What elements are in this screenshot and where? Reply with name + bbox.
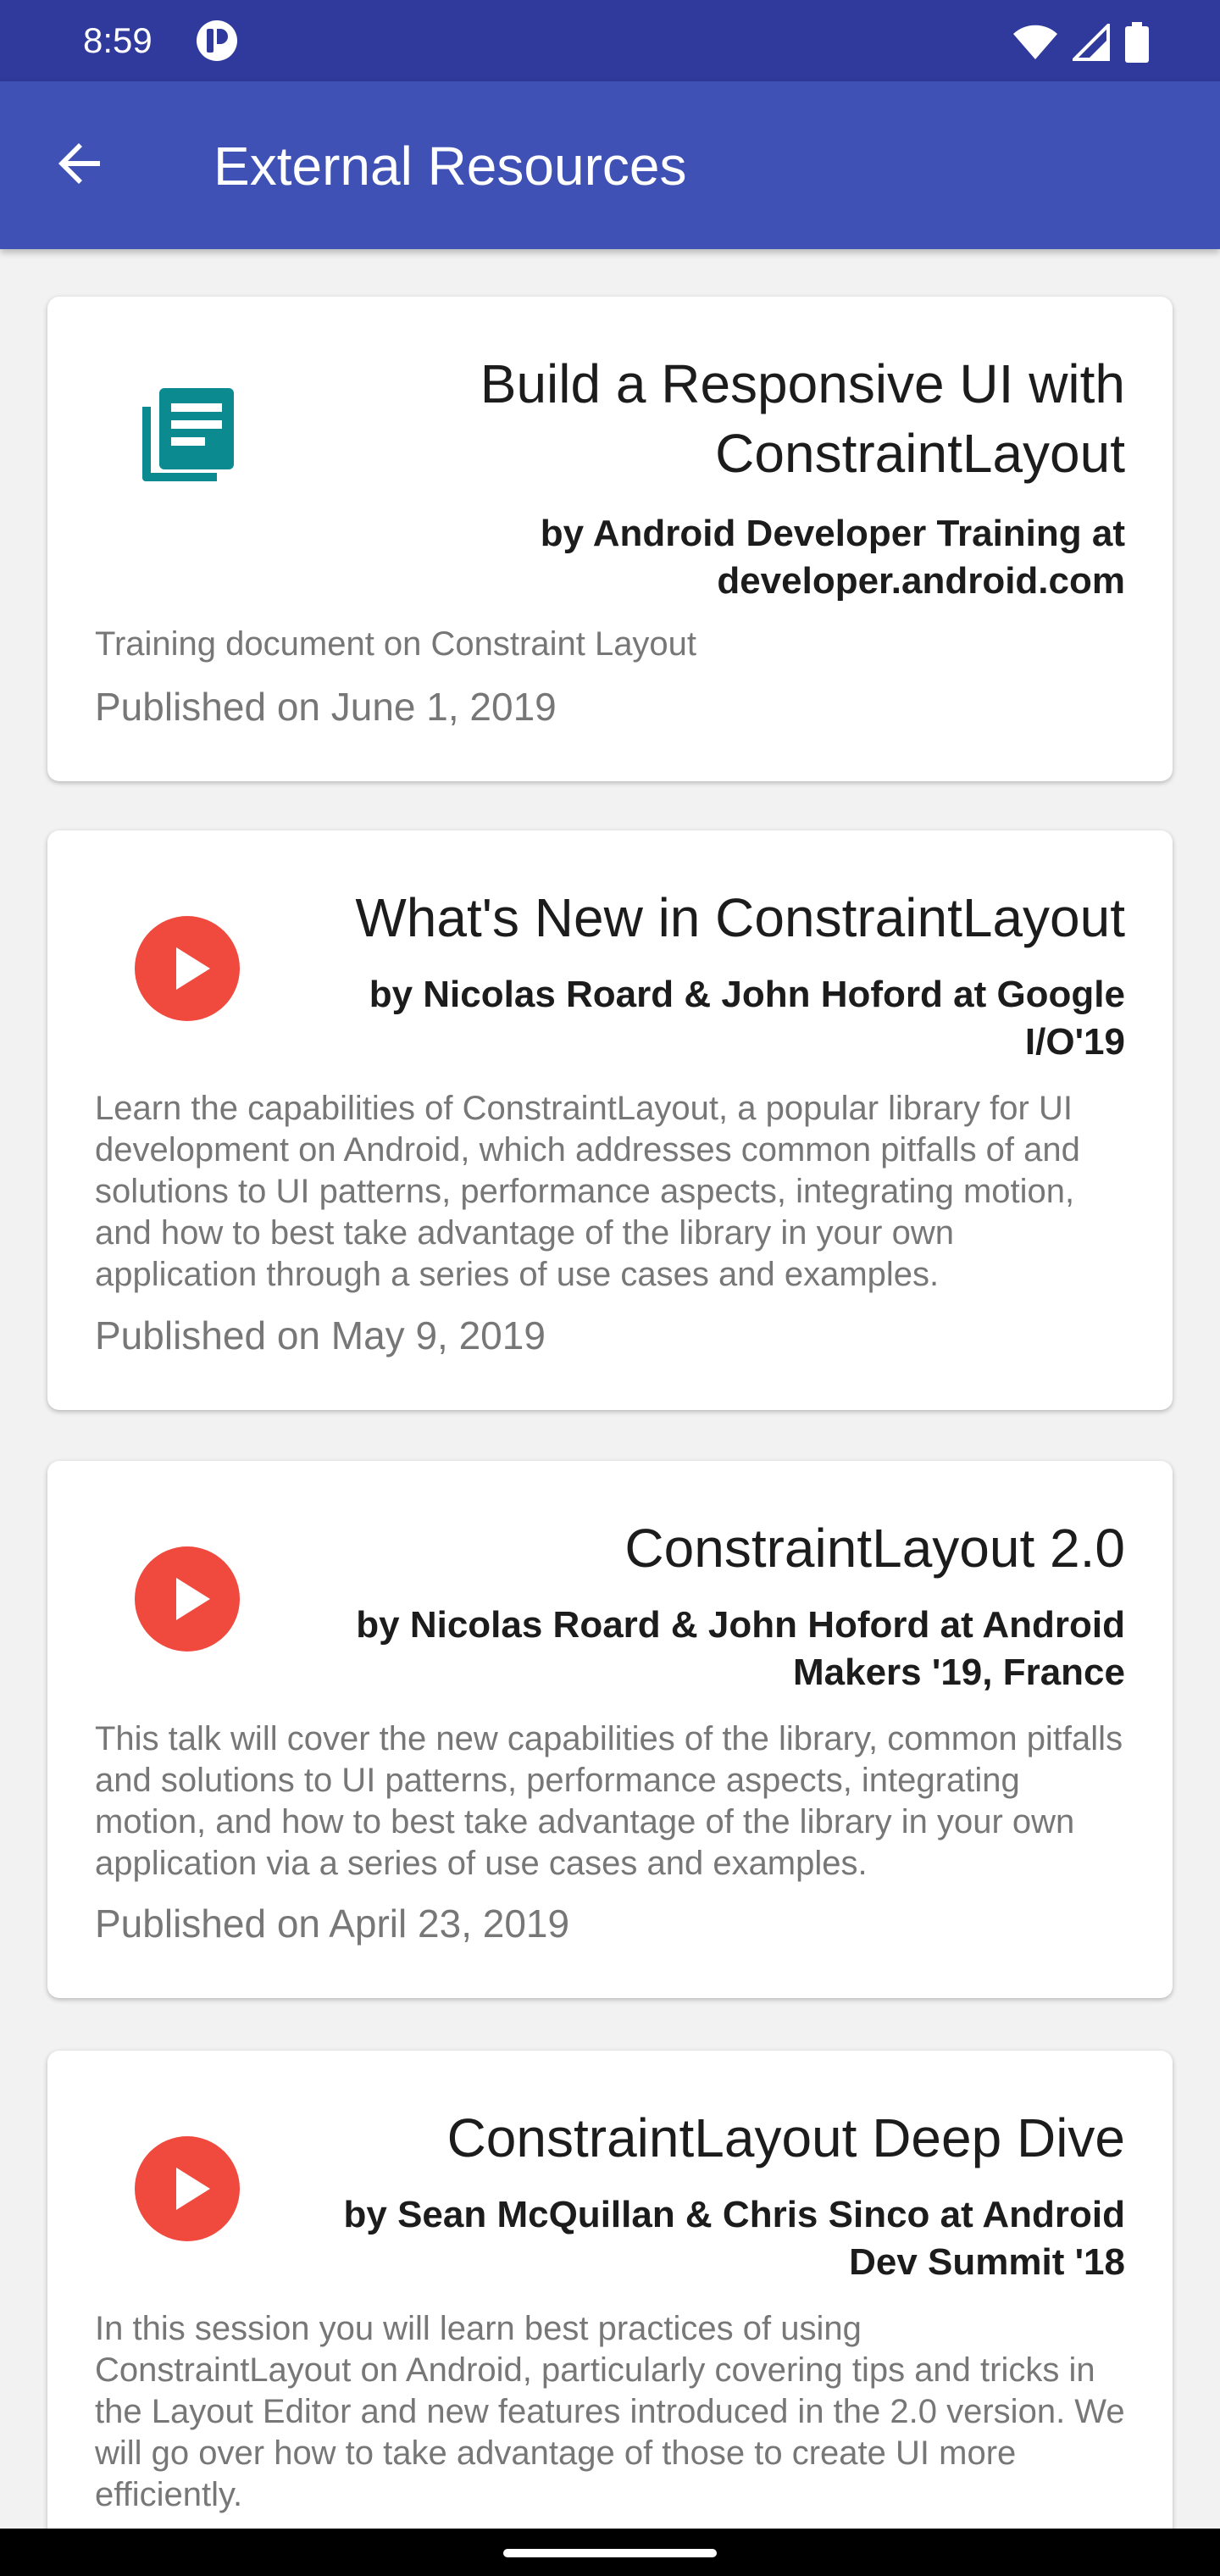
app-bar: External Resources: [0, 81, 1220, 249]
play-icon[interactable]: [134, 915, 241, 1022]
resource-title: What's New in ConstraintLayout: [355, 887, 1125, 948]
resource-description: Training document on Constraint Layout: [95, 625, 697, 663]
status-bar: 8:59: [0, 0, 1220, 81]
resource-card[interactable]: Build a Responsive UI with ConstraintLay…: [47, 297, 1173, 781]
status-icons: [1013, 21, 1149, 67]
navigation-bar: [0, 2529, 1220, 2576]
resource-card[interactable]: ConstraintLayout 2.0 by Nicolas Roard & …: [47, 1461, 1173, 1998]
resource-author: by Sean McQuillan & Chris Sinco at Andro…: [343, 2194, 1126, 2283]
arrow-back-icon: [53, 136, 107, 195]
resource-card[interactable]: ConstraintLayout Deep Dive by Sean McQui…: [47, 2051, 1173, 2529]
battery-icon: [1125, 22, 1149, 67]
resource-description: This talk will cover the new capabilitie…: [95, 1720, 1123, 1882]
resource-card[interactable]: What's New in ConstraintLayout by Nicola…: [47, 830, 1173, 1410]
resource-author: by Android Developer Training at develop…: [540, 513, 1125, 602]
resource-description: In this session you will learn best prac…: [95, 2310, 1125, 2513]
wifi-icon: [1013, 24, 1057, 65]
resource-date: Published on May 9, 2019: [95, 1313, 546, 1357]
home-gesture-handle[interactable]: [503, 2549, 717, 2557]
article-icon: [134, 381, 241, 488]
page-title: External Resources: [214, 136, 687, 197]
resource-author: by Nicolas Roard & John Hoford at Androi…: [356, 1604, 1125, 1693]
resource-title: ConstraintLayout Deep Dive: [446, 2107, 1125, 2168]
play-icon[interactable]: [134, 1546, 241, 1652]
app-notification-icon: [195, 19, 239, 63]
resource-date: Published on April 23, 2019: [95, 1901, 570, 1946]
status-time: 8:59: [83, 20, 152, 60]
resource-author: by Nicolas Roard & John Hoford at Google…: [369, 974, 1125, 1063]
play-icon[interactable]: [134, 2135, 241, 2242]
resource-title: Build a Responsive UI with ConstraintLay…: [480, 353, 1125, 484]
back-button[interactable]: [37, 123, 122, 208]
resource-list[interactable]: Build a Responsive UI with ConstraintLay…: [0, 249, 1220, 2529]
resource-description: Learn the capabilities of ConstraintLayo…: [95, 1090, 1080, 1293]
resource-date: Published on June 1, 2019: [95, 685, 557, 729]
resource-title: ConstraintLayout 2.0: [624, 1518, 1125, 1579]
signal-icon: [1070, 21, 1110, 65]
